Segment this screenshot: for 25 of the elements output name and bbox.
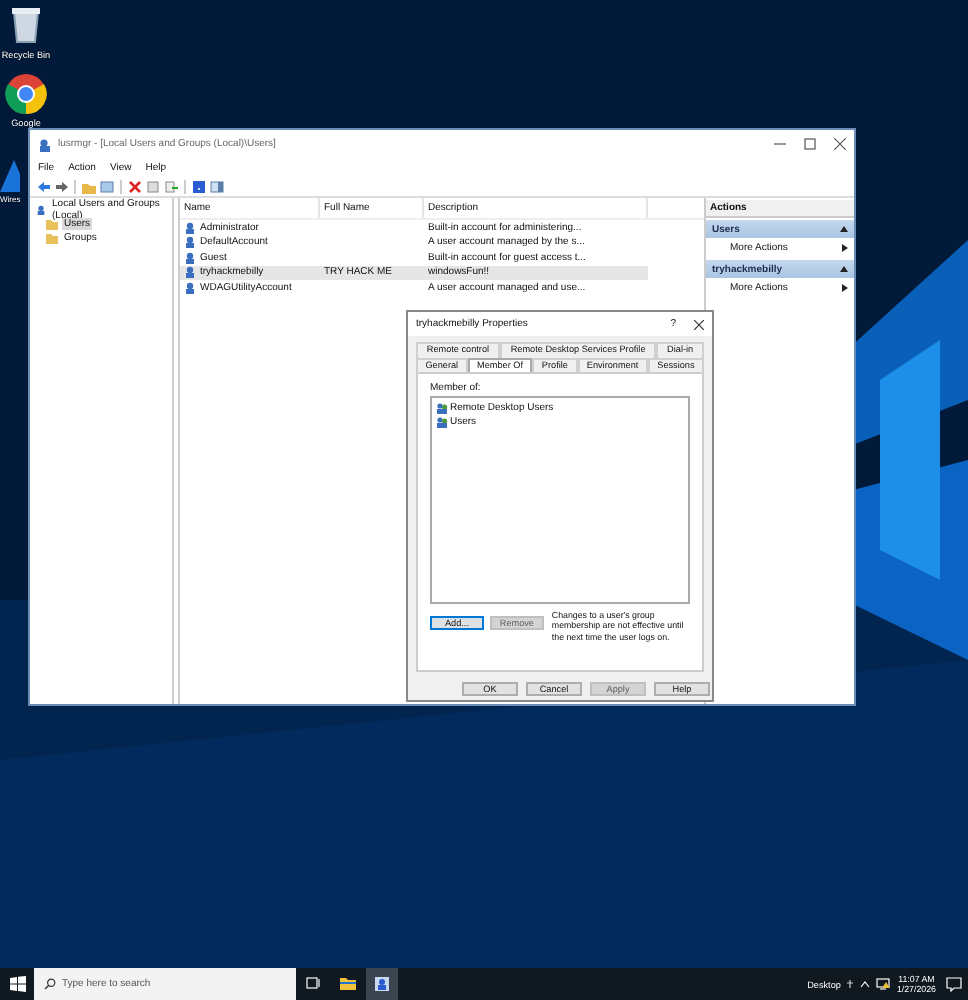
- minimize-icon[interactable]: [774, 138, 786, 150]
- users-icon: [36, 203, 47, 215]
- close-icon[interactable]: [694, 319, 704, 329]
- task-view-icon: [306, 976, 322, 992]
- users-icon: [374, 976, 390, 992]
- folder-icon: [340, 976, 356, 992]
- chevron-up-icon[interactable]: [860, 980, 871, 988]
- collapse-icon: [840, 226, 848, 232]
- maximize-icon[interactable]: [804, 138, 816, 150]
- forward-icon[interactable]: [54, 179, 68, 193]
- delete-icon[interactable]: [128, 179, 142, 193]
- panel-icon[interactable]: [210, 179, 224, 193]
- collapse-icon: [840, 266, 848, 272]
- submenu-icon: [842, 284, 848, 292]
- browser-icon[interactable]: [4, 72, 48, 116]
- close-icon[interactable]: [834, 138, 846, 150]
- network-icon[interactable]: [876, 978, 891, 990]
- users-icon: [38, 137, 52, 151]
- submenu-icon: [842, 244, 848, 252]
- triangle-icon[interactable]: [0, 160, 20, 192]
- back-icon[interactable]: [36, 179, 50, 193]
- notification-icon[interactable]: [946, 976, 962, 992]
- windows-icon[interactable]: [9, 976, 25, 992]
- taskbar-button[interactable]: [366, 968, 398, 1000]
- pin-icon: [846, 980, 855, 988]
